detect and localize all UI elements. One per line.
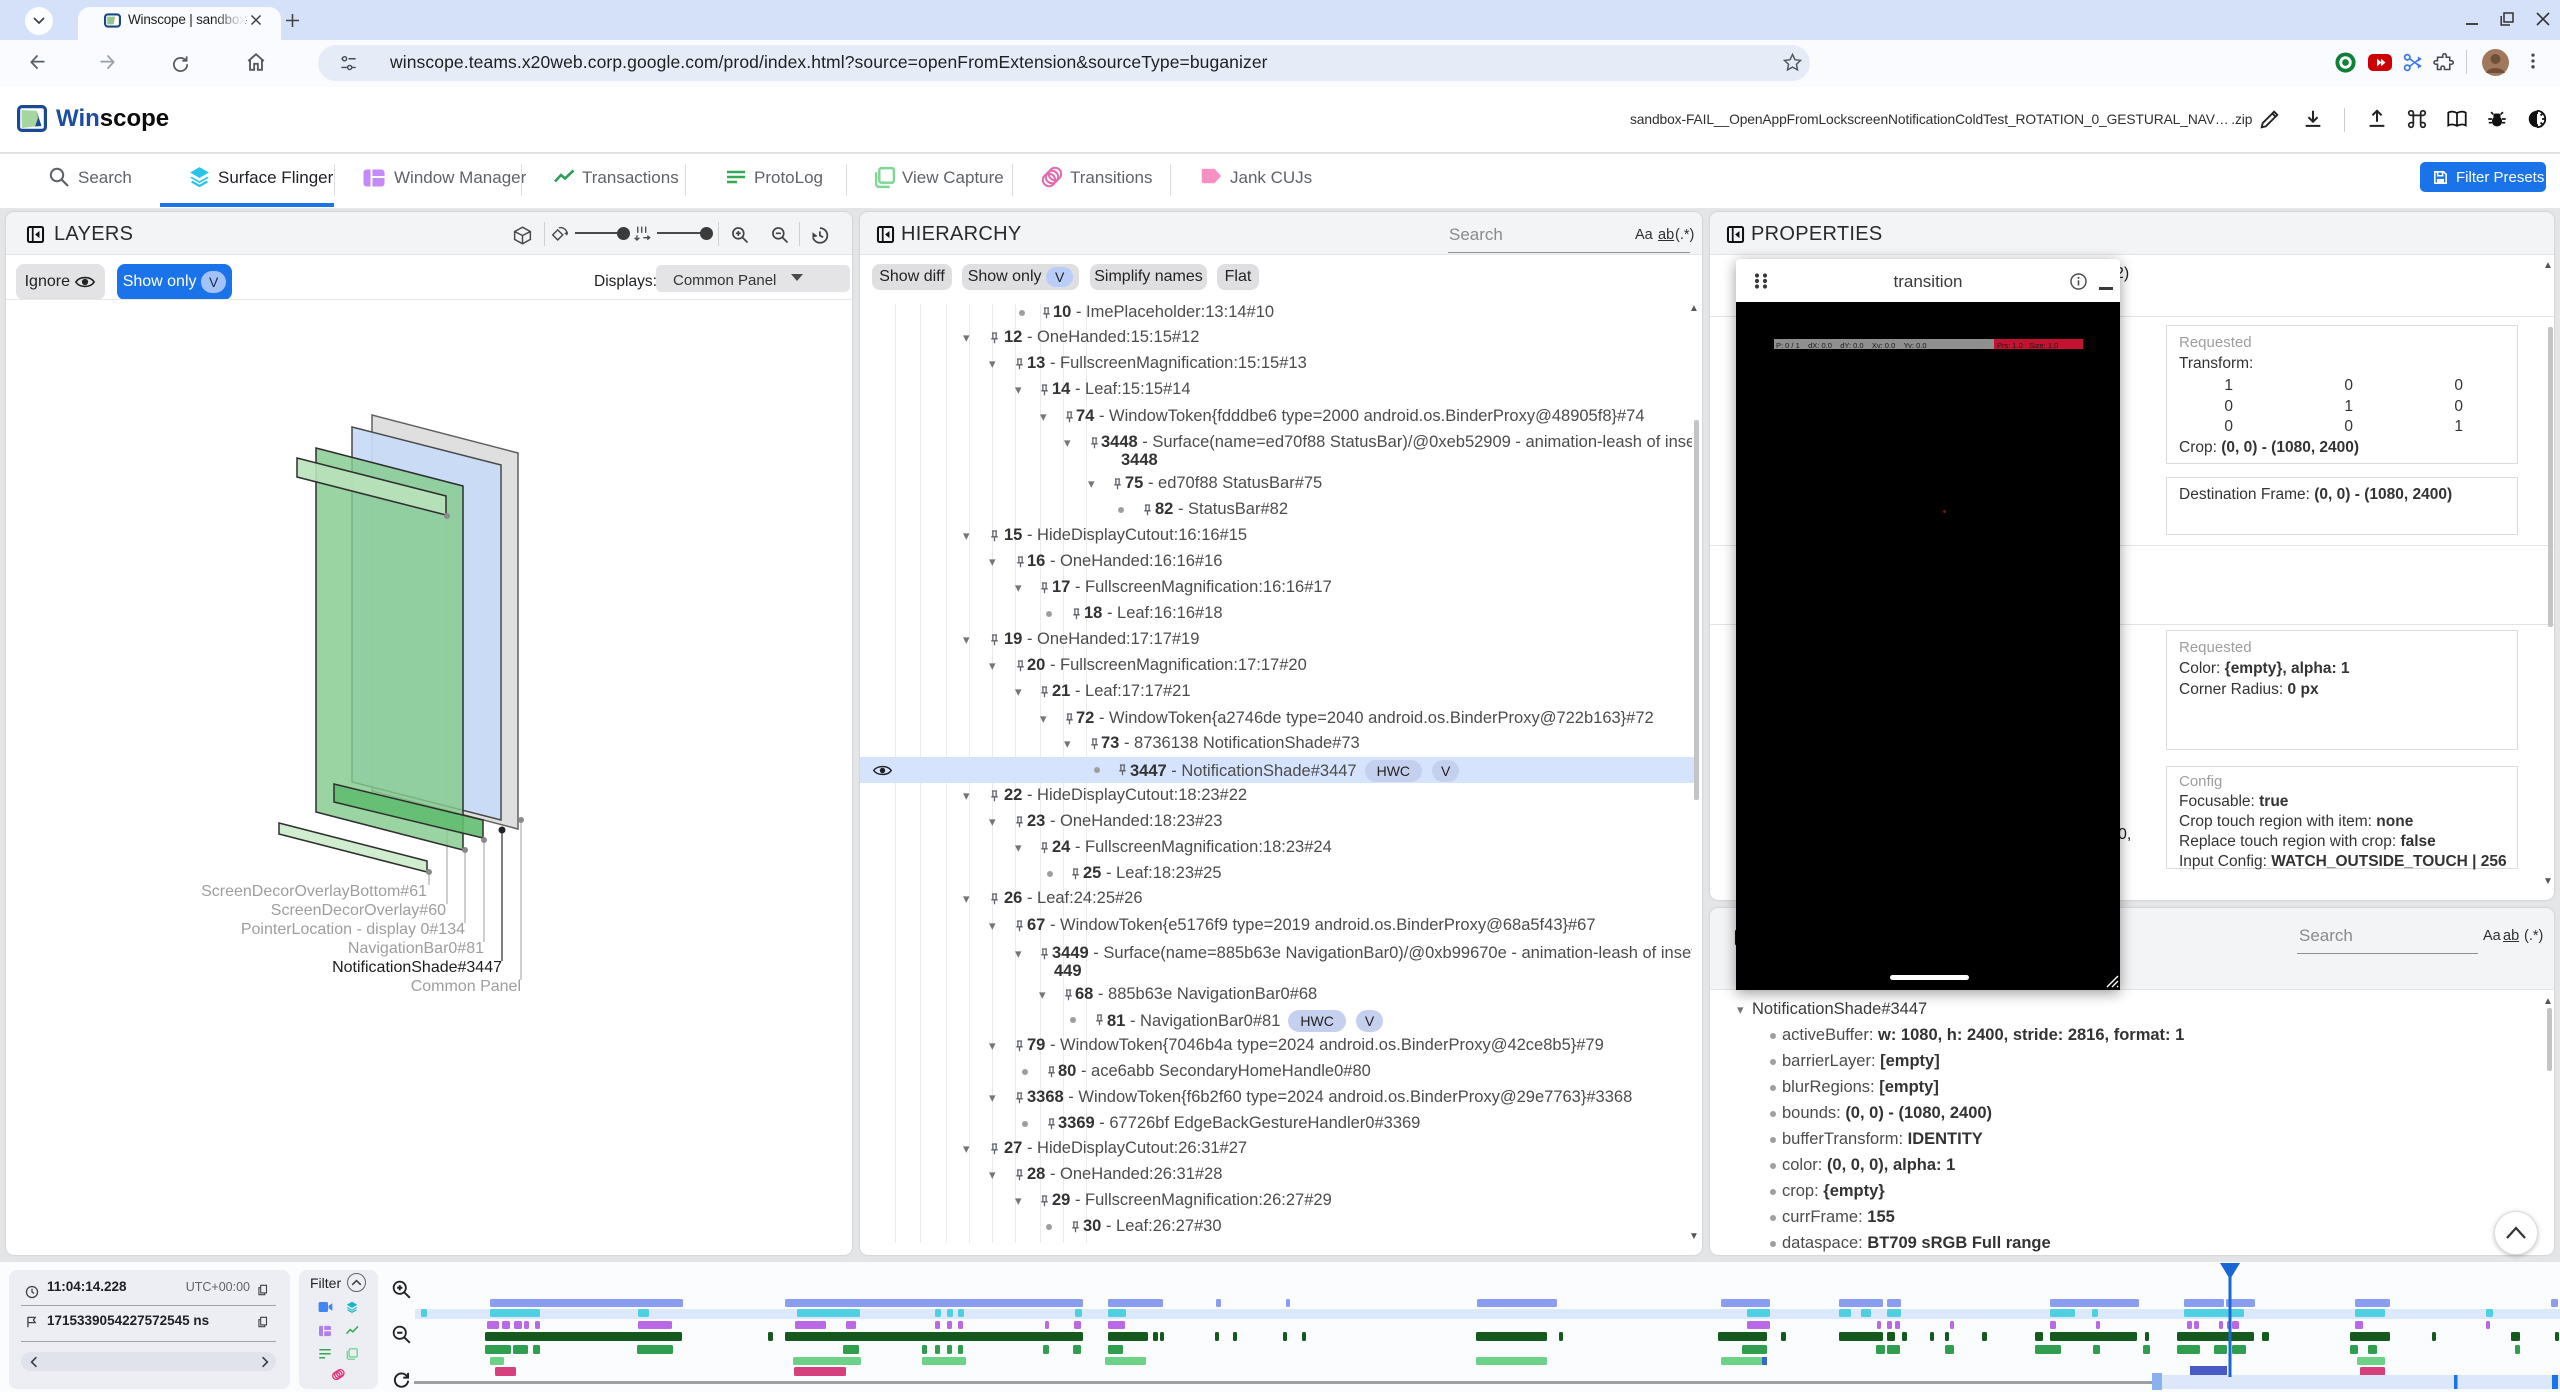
svg-text:PointerLocation - display 0#13: PointerLocation - display 0#134 <box>241 921 465 938</box>
svg-text:ScreenDecorOverlay#60: ScreenDecorOverlay#60 <box>271 902 446 919</box>
svg-text:NotificationShade#3447: NotificationShade#3447 <box>332 959 502 976</box>
svg-text:ScreenDecorOverlayBottom#61: ScreenDecorOverlayBottom#61 <box>201 883 427 900</box>
svg-text:Common Panel: Common Panel <box>411 978 521 995</box>
svg-text:NavigationBar0#81: NavigationBar0#81 <box>348 940 484 957</box>
